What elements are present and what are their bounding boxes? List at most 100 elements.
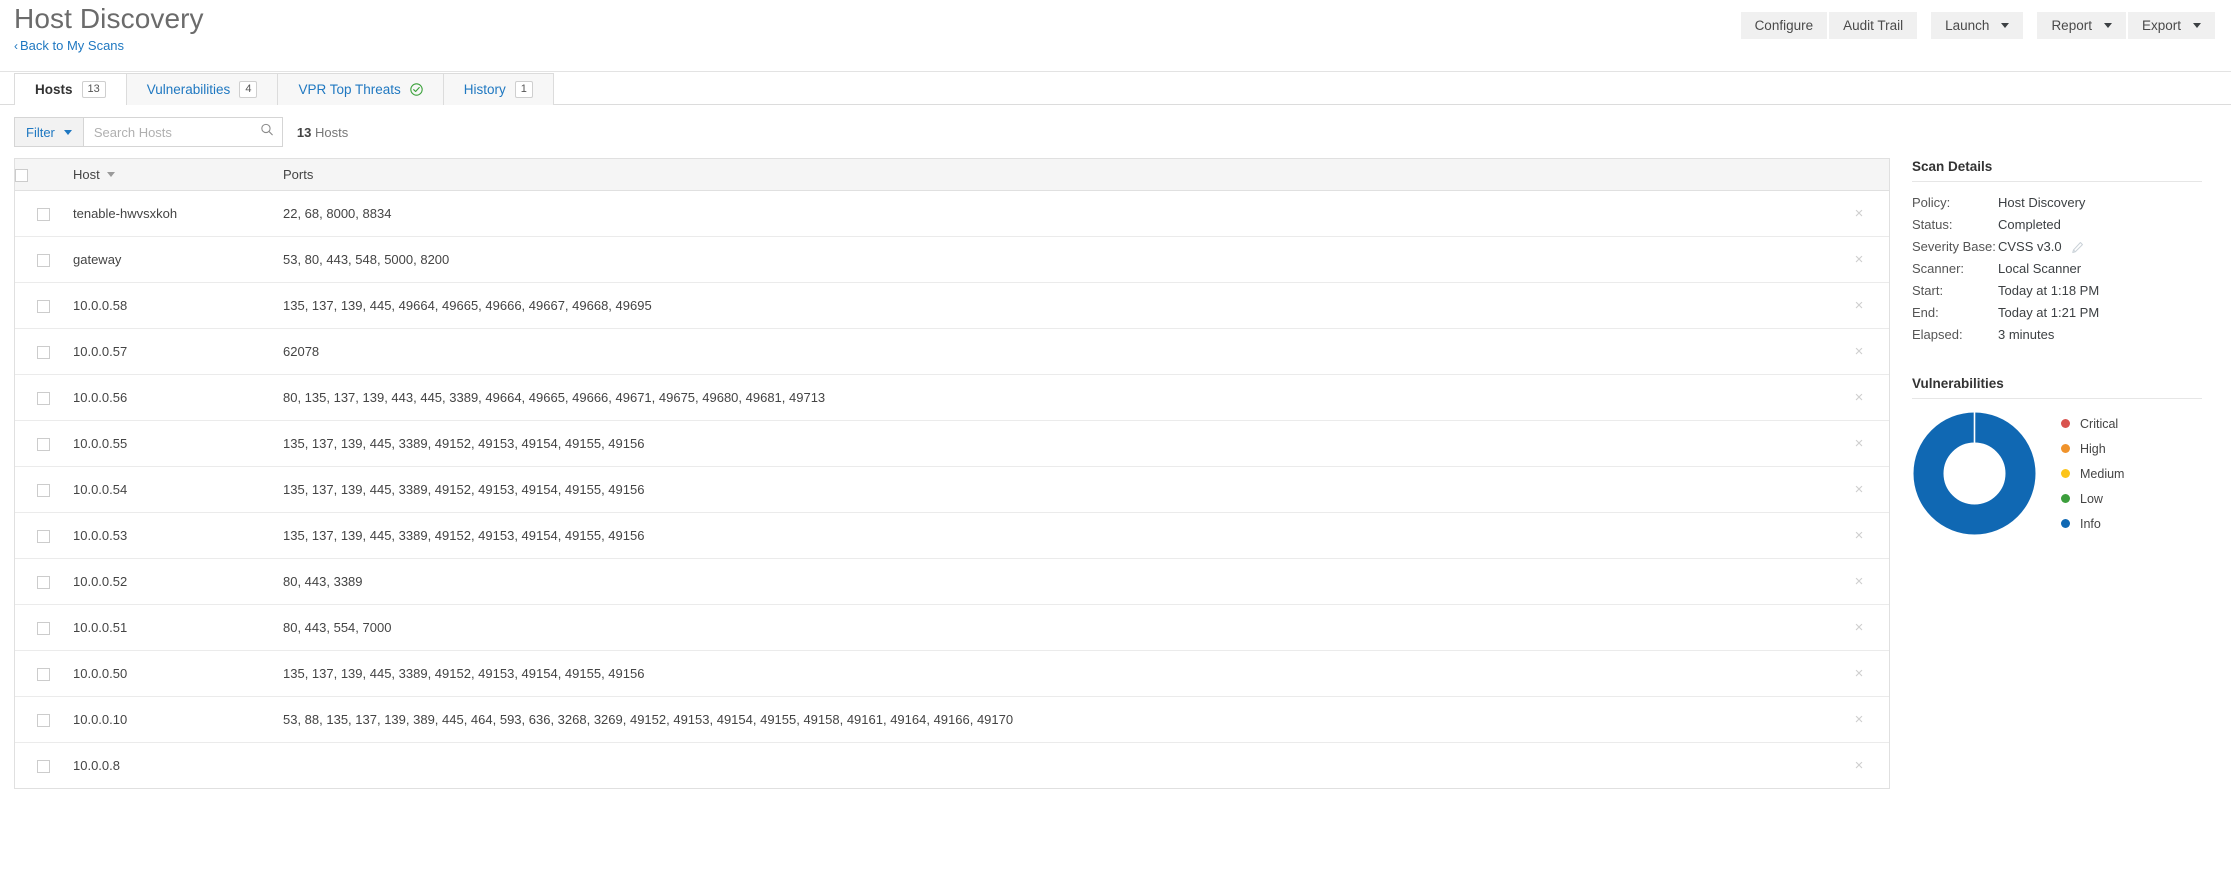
- row-delete-cell: ×: [1829, 466, 1889, 513]
- legend-item-info[interactable]: Info: [2061, 517, 2124, 531]
- content-area: Host Ports tenable-hwvsxkoh 22, 68, 8000,…: [0, 158, 2231, 789]
- report-button[interactable]: Report: [2037, 12, 2126, 39]
- remove-host-icon[interactable]: ×: [1855, 757, 1864, 774]
- row-host-value[interactable]: 10.0.0.53: [71, 528, 281, 543]
- filter-search-group: Filter: [14, 117, 283, 147]
- row-ports-cell: 135, 137, 139, 445, 49664, 49665, 49666,…: [281, 282, 1829, 329]
- row-delete-cell: ×: [1829, 374, 1889, 421]
- scan-detail-value: Local Scanner: [1998, 258, 2081, 280]
- row-checkbox[interactable]: [36, 759, 50, 773]
- configure-button[interactable]: Configure: [1740, 12, 1828, 39]
- table-row[interactable]: 10.0.0.58 135, 137, 139, 445, 49664, 4966…: [15, 282, 1889, 329]
- row-host-value[interactable]: 10.0.0.54: [71, 482, 281, 497]
- remove-host-icon[interactable]: ×: [1855, 205, 1864, 222]
- row-host-value[interactable]: 10.0.0.56: [71, 390, 281, 405]
- launch-button[interactable]: Launch: [1931, 12, 2024, 39]
- search-hosts-input[interactable]: [83, 118, 282, 146]
- row-checkbox[interactable]: [36, 713, 50, 727]
- row-checkbox[interactable]: [36, 391, 50, 405]
- back-to-my-scans-link[interactable]: ‹ Back to My Scans: [14, 38, 124, 53]
- table-row[interactable]: 10.0.0.10 53, 88, 135, 137, 139, 389, 445…: [15, 696, 1889, 743]
- legend-dot-critical: [2061, 419, 2070, 428]
- column-header-host[interactable]: Host: [71, 159, 281, 191]
- table-row[interactable]: 10.0.0.51 80, 443, 554, 7000 ×: [15, 604, 1889, 651]
- row-host-value[interactable]: 10.0.0.10: [71, 712, 281, 727]
- select-all-checkbox[interactable]: [15, 168, 28, 182]
- tab-hosts[interactable]: Hosts 13: [14, 73, 127, 105]
- remove-host-icon[interactable]: ×: [1855, 251, 1864, 268]
- scan-detail-text: Completed: [1998, 217, 2061, 232]
- scan-detail-text: Today at 1:18 PM: [1998, 283, 2100, 298]
- table-row[interactable]: 10.0.0.8 ×: [15, 742, 1889, 788]
- remove-host-icon[interactable]: ×: [1855, 435, 1864, 452]
- row-checkbox[interactable]: [36, 483, 50, 497]
- table-row[interactable]: 10.0.0.53 135, 137, 139, 445, 3389, 49152…: [15, 512, 1889, 559]
- table-row[interactable]: 10.0.0.57 62078 ×: [15, 328, 1889, 375]
- row-host-value[interactable]: tenable-hwvsxkoh: [71, 206, 281, 221]
- row-checkbox[interactable]: [36, 253, 50, 267]
- row-host-value[interactable]: gateway: [71, 252, 281, 267]
- legend-item-medium[interactable]: Medium: [2061, 467, 2124, 481]
- sort-descending-icon: [106, 171, 115, 177]
- legend-item-critical[interactable]: Critical: [2061, 417, 2124, 431]
- legend-item-low[interactable]: Low: [2061, 492, 2124, 506]
- row-checkbox[interactable]: [36, 529, 50, 543]
- table-row[interactable]: gateway 53, 80, 443, 548, 5000, 8200 ×: [15, 236, 1889, 283]
- table-row[interactable]: 10.0.0.54 135, 137, 139, 445, 3389, 49152…: [15, 466, 1889, 513]
- table-row[interactable]: tenable-hwvsxkoh 22, 68, 8000, 8834 ×: [15, 190, 1889, 237]
- row-host-value[interactable]: 10.0.0.58: [71, 298, 281, 313]
- remove-host-icon[interactable]: ×: [1855, 343, 1864, 360]
- row-host-value[interactable]: 10.0.0.50: [71, 666, 281, 681]
- edit-pencil-icon[interactable]: [2071, 241, 2084, 254]
- remove-host-icon[interactable]: ×: [1855, 711, 1864, 728]
- table-row[interactable]: 10.0.0.52 80, 443, 3389 ×: [15, 558, 1889, 605]
- hosts-table-head: Host Ports: [15, 159, 1889, 191]
- row-delete-cell: ×: [1829, 236, 1889, 283]
- row-host-value[interactable]: 10.0.0.51: [71, 620, 281, 635]
- row-host-cell: 10.0.0.55: [71, 420, 281, 467]
- column-header-host-label: Host: [73, 166, 100, 182]
- remove-host-icon[interactable]: ×: [1855, 665, 1864, 682]
- row-checkbox[interactable]: [36, 575, 50, 589]
- table-row[interactable]: 10.0.0.55 135, 137, 139, 445, 3389, 49152…: [15, 420, 1889, 467]
- row-host-value[interactable]: 10.0.0.55: [71, 436, 281, 451]
- export-button[interactable]: Export: [2127, 12, 2215, 39]
- tab-vpr-top-threats[interactable]: VPR Top Threats: [277, 73, 444, 105]
- table-row[interactable]: 10.0.0.50 135, 137, 139, 445, 3389, 49152…: [15, 650, 1889, 697]
- export-button-label: Export: [2141, 18, 2181, 33]
- row-checkbox[interactable]: [36, 437, 50, 451]
- donut-slice-info[interactable]: [1913, 412, 2036, 535]
- row-checkbox[interactable]: [36, 621, 50, 635]
- legend-label: Medium: [2080, 466, 2125, 481]
- table-header-row: Host Ports: [15, 159, 1889, 191]
- vulnerabilities-donut-chart: [1913, 412, 2036, 535]
- row-checkbox[interactable]: [36, 207, 50, 221]
- row-host-value[interactable]: 10.0.0.8: [71, 758, 281, 773]
- remove-host-icon[interactable]: ×: [1855, 619, 1864, 636]
- table-row[interactable]: 10.0.0.56 80, 135, 137, 139, 443, 445, 33…: [15, 374, 1889, 421]
- column-header-ports[interactable]: Ports: [281, 159, 1829, 191]
- row-ports-value: 135, 137, 139, 445, 3389, 49152, 49153, …: [283, 481, 645, 497]
- row-ports-cell: 135, 137, 139, 445, 3389, 49152, 49153, …: [281, 512, 1829, 559]
- row-checkbox[interactable]: [36, 299, 50, 313]
- remove-host-icon[interactable]: ×: [1855, 297, 1864, 314]
- row-checkbox[interactable]: [36, 345, 50, 359]
- row-checkbox[interactable]: [36, 667, 50, 681]
- tab-vulnerabilities[interactable]: Vulnerabilities 4: [125, 73, 279, 105]
- launch-button-label: Launch: [1945, 18, 1990, 33]
- tab-history[interactable]: History 1: [442, 73, 554, 105]
- row-host-value[interactable]: 10.0.0.57: [71, 344, 281, 359]
- row-delete-cell: ×: [1829, 696, 1889, 743]
- header-actions: Configure Audit Trail Launch Report Expo…: [1740, 12, 2215, 39]
- row-delete-cell: ×: [1829, 190, 1889, 237]
- row-host-value[interactable]: 10.0.0.52: [71, 574, 281, 589]
- legend-item-high[interactable]: High: [2061, 442, 2124, 456]
- audit-trail-button[interactable]: Audit Trail: [1829, 12, 1918, 39]
- remove-host-icon[interactable]: ×: [1855, 481, 1864, 498]
- remove-host-icon[interactable]: ×: [1855, 573, 1864, 590]
- filter-dropdown-button[interactable]: Filter: [15, 118, 84, 146]
- remove-host-icon[interactable]: ×: [1855, 389, 1864, 406]
- scan-detail-text: Local Scanner: [1998, 261, 2082, 276]
- row-select-cell: [15, 282, 71, 329]
- remove-host-icon[interactable]: ×: [1855, 527, 1864, 544]
